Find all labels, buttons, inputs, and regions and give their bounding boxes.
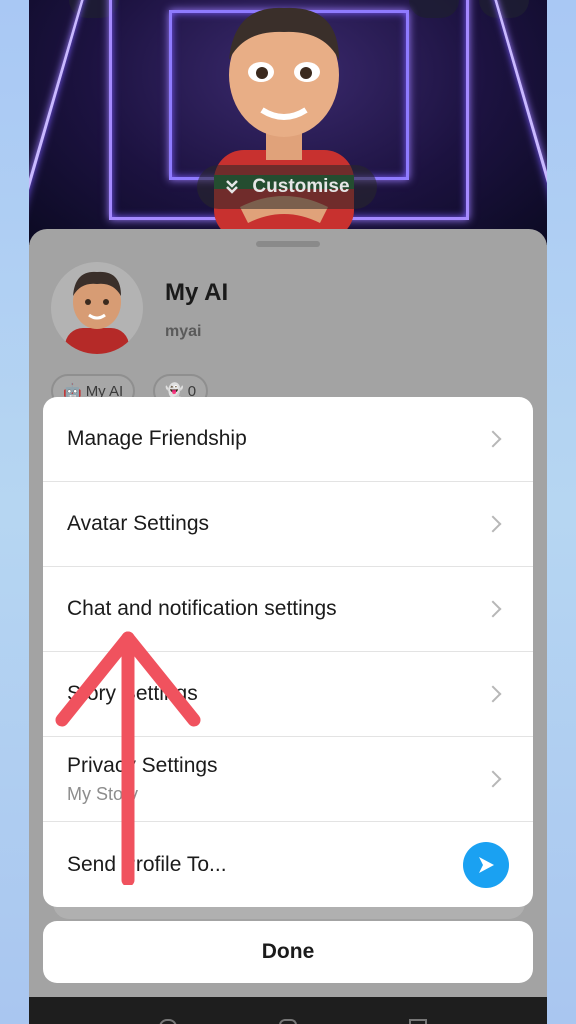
done-label: Done [261, 940, 315, 963]
menu-item-avatar-settings[interactable]: Avatar Settings [43, 482, 533, 567]
menu-item-chat-notification-settings[interactable]: Chat and notification settings [43, 567, 533, 652]
double-chevron-down-icon [226, 180, 239, 194]
chevron-right-icon [484, 685, 502, 703]
action-menu: Manage Friendship Avatar Settings Chat a… [43, 397, 533, 907]
customise-button[interactable]: Customise [197, 165, 377, 209]
done-button[interactable]: Done [43, 921, 533, 983]
nav-recents-icon[interactable] [409, 1019, 427, 1024]
chevron-right-icon [484, 770, 502, 788]
send-arrow-icon [479, 856, 494, 873]
profile-username: myai [165, 323, 202, 340]
nav-back-icon[interactable] [159, 1019, 177, 1024]
chevron-right-icon [484, 430, 502, 448]
menu-item-manage-friendship[interactable]: Manage Friendship [43, 397, 533, 482]
avatar-image [65, 271, 129, 354]
chevron-right-icon [484, 515, 502, 533]
sheet-handle[interactable] [256, 241, 320, 247]
menu-item-send-profile[interactable]: Send Profile To... [43, 822, 533, 907]
menu-item-sublabel: My Story [67, 783, 139, 804]
menu-item-label: Send Profile To... [67, 852, 227, 876]
system-nav-bar [29, 997, 547, 1024]
menu-item-label: Manage Friendship [67, 427, 247, 450]
menu-item-story-settings[interactable]: Story Settings [43, 652, 533, 737]
profile-header: Customise [29, 0, 547, 245]
menu-item-label: Privacy Settings [67, 753, 218, 777]
menu-item-label: Story Settings [67, 682, 198, 705]
avatar[interactable] [51, 262, 143, 354]
menu-item-label: Avatar Settings [67, 512, 210, 535]
chevron-right-icon [484, 600, 502, 618]
send-button[interactable] [463, 841, 509, 888]
nav-home-icon[interactable] [279, 1019, 297, 1024]
menu-item-label: Chat and notification settings [67, 597, 337, 620]
menu-item-privacy-settings[interactable]: Privacy Settings My Story [43, 737, 533, 822]
profile-name: My AI [165, 279, 229, 306]
customise-label: Customise [252, 176, 350, 197]
